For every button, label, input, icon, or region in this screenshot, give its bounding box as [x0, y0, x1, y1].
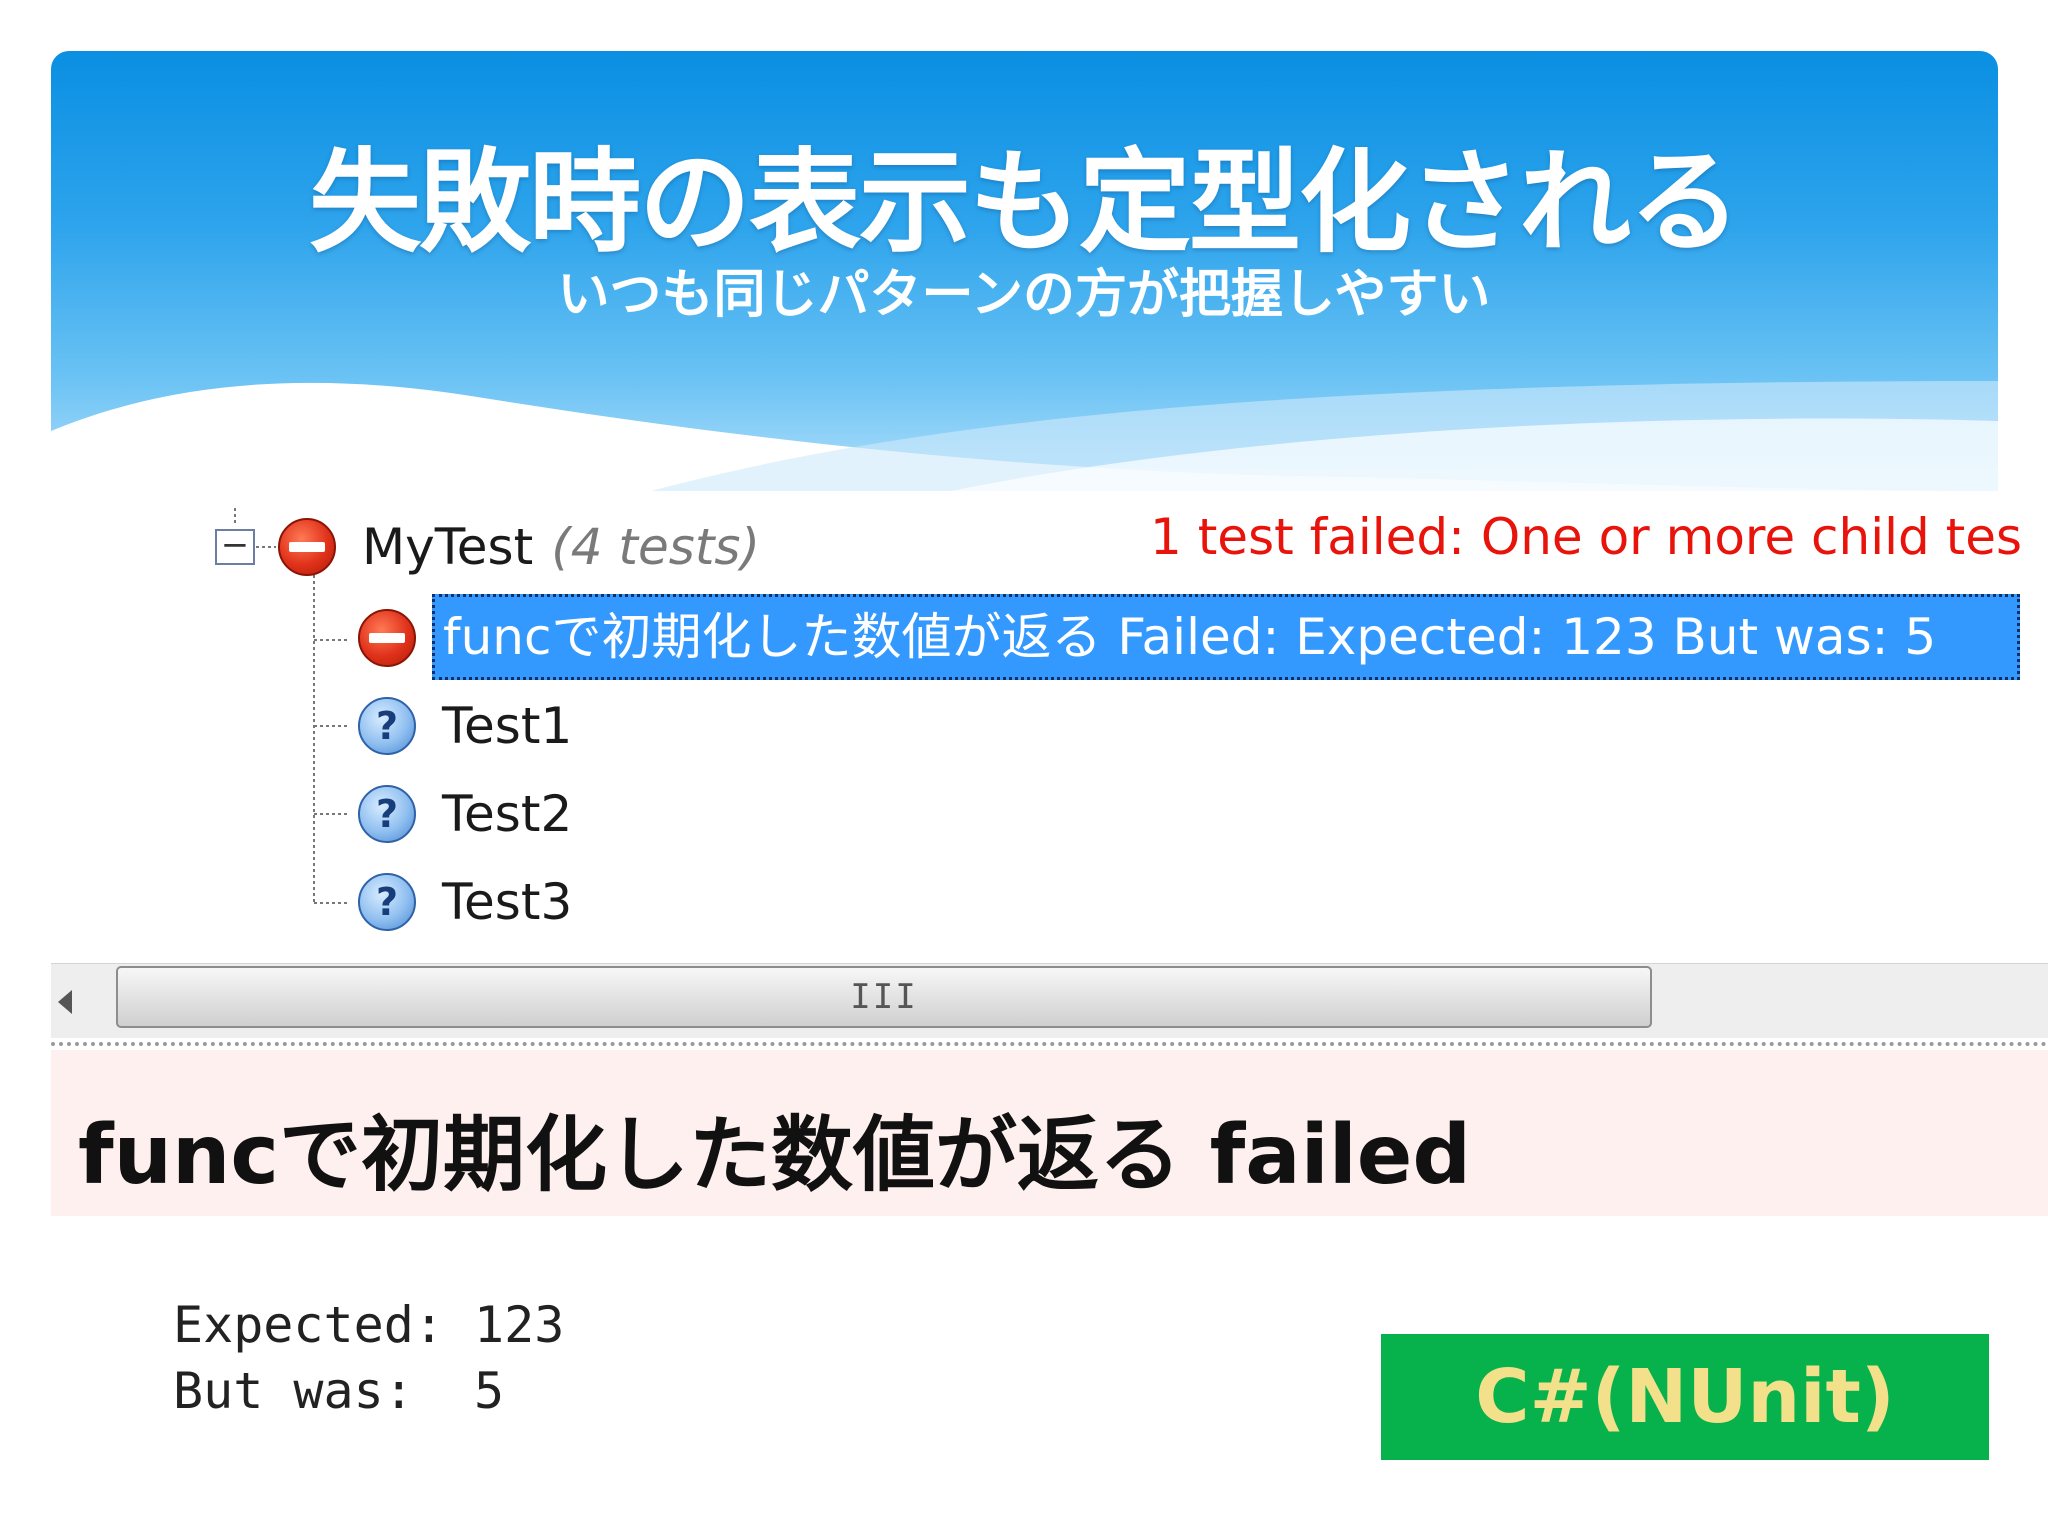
- tree-item-test3[interactable]: ? Test3: [358, 867, 572, 937]
- grip-icon: III: [850, 977, 918, 1017]
- scrollbar-thumb[interactable]: III: [116, 966, 1652, 1028]
- tree-item-failed-test[interactable]: [358, 603, 416, 673]
- question-icon: ?: [358, 785, 416, 843]
- splitter[interactable]: [51, 1042, 2048, 1046]
- collapse-toggle-icon[interactable]: −: [216, 526, 254, 564]
- tree-item-label: Test1: [442, 697, 573, 755]
- question-icon: ?: [358, 873, 416, 931]
- tree-connectors: [215, 508, 350, 904]
- root-test-count: (4 tests): [551, 518, 760, 576]
- tree-item-test2[interactable]: ? Test2: [358, 779, 572, 849]
- selected-test-label[interactable]: funcで初期化した数値が返る Failed: Expected: 123 Bu…: [432, 594, 2020, 680]
- tree-item-label: Test2: [442, 785, 573, 843]
- actual-line: But was: 5: [173, 1362, 505, 1420]
- tree-root-mytest[interactable]: MyTest (4 tests): [278, 512, 760, 582]
- expected-line: Expected: 123: [173, 1296, 565, 1354]
- tree-item-label: Test3: [442, 873, 573, 931]
- failure-summary-message: 1 test failed: One or more child tes: [1150, 508, 2023, 566]
- scroll-left-arrow-icon[interactable]: [58, 990, 72, 1014]
- failure-heading: funcで初期化した数値が返る failed: [78, 1108, 1472, 1203]
- question-icon: ?: [358, 697, 416, 755]
- fail-icon: [278, 518, 336, 576]
- tree-item-test1[interactable]: ? Test1: [358, 691, 572, 761]
- fail-icon: [358, 609, 416, 667]
- framework-badge: C#(NUnit): [1381, 1334, 1989, 1460]
- root-label: MyTest: [362, 518, 534, 576]
